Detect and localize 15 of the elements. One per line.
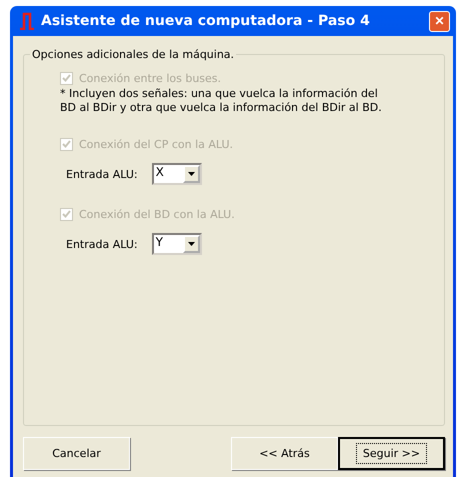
field-label: Entrada ALU: bbox=[66, 238, 138, 250]
checkbox-label: Conexión entre los buses. bbox=[79, 72, 222, 84]
close-button[interactable]: ✕ bbox=[429, 10, 450, 32]
dialog-button[interactable]: << Atrás bbox=[231, 437, 338, 470]
dialog-button[interactable]: Cancelar bbox=[23, 437, 130, 470]
dialog-button[interactable]: Seguir >> bbox=[338, 437, 445, 470]
caret-icon bbox=[188, 172, 195, 176]
field-label: Entrada ALU: bbox=[66, 168, 138, 180]
pulse-icon bbox=[19, 12, 35, 30]
note-text: * Incluyen dos señales: una que vuelca la información del BD al BDir y otra que vuelca la información del BDir al BD. bbox=[60, 87, 383, 115]
group-title: Opciones adicionales de la máquina. bbox=[31, 48, 236, 61]
checkbox-label: Conexión del CP con la ALU. bbox=[79, 138, 234, 150]
window-title: Asistente de nueva computadora - Paso 4 bbox=[41, 13, 371, 29]
caret-icon bbox=[188, 242, 195, 246]
checkbox-label: Conexión del BD con la ALU. bbox=[79, 208, 235, 220]
